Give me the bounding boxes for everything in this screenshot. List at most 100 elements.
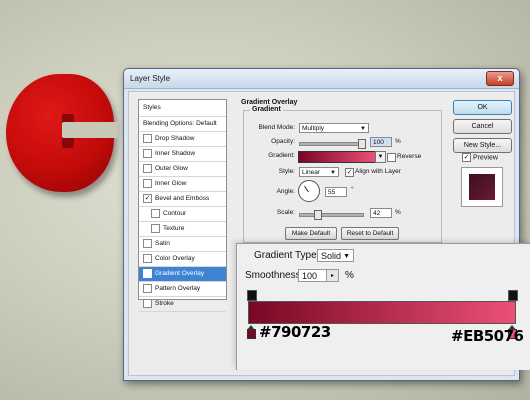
style-item-checkbox[interactable] — [143, 133, 152, 143]
scale-label: Scale: — [276, 209, 295, 216]
scale-slider-knob[interactable] — [314, 210, 322, 220]
color-stop-left[interactable] — [247, 325, 256, 339]
opacity-unit: % — [395, 138, 401, 145]
chevron-down-icon: ▼ — [330, 170, 336, 176]
cancel-button[interactable]: Cancel — [453, 119, 512, 134]
ok-button[interactable]: OK — [453, 100, 512, 115]
window-title: Layer Style — [130, 74, 171, 83]
angle-label: Angle: — [276, 188, 295, 195]
group-title: Gradient — [250, 106, 283, 113]
preview-checkbox[interactable]: ✓ — [462, 153, 471, 162]
align-with-layer-checkbox[interactable]: ✓ — [345, 168, 354, 177]
style-item-checkbox[interactable] — [143, 298, 152, 308]
style-item-label: Bevel and Emboss — [155, 195, 210, 202]
gradient-label: Gradient: — [268, 152, 295, 159]
smoothness-unit: % — [345, 270, 354, 281]
align-with-layer-label: Align with Layer — [355, 168, 401, 175]
style-item-label: Color Overlay — [155, 255, 195, 262]
make-default-button[interactable]: Make Default — [285, 227, 337, 240]
style-value: Linear — [302, 169, 321, 176]
gradient-type-label: Gradient Type: — [254, 250, 320, 261]
opacity-stop-right[interactable] — [508, 290, 518, 301]
smoothness-stepper[interactable]: ▸ — [327, 269, 339, 282]
opacity-stop-left[interactable] — [247, 290, 257, 301]
style-item-label: Stroke — [155, 300, 174, 307]
panel-title: Gradient Overlay — [241, 99, 298, 106]
scale-slider[interactable] — [299, 210, 364, 220]
styles-header[interactable]: Styles — [139, 100, 226, 117]
style-item[interactable]: Texture — [139, 222, 226, 237]
angle-dial[interactable] — [298, 180, 320, 202]
close-button[interactable]: x — [486, 71, 514, 86]
style-item-checkbox[interactable] — [143, 163, 152, 173]
style-item-checkbox[interactable] — [143, 238, 152, 248]
style-item-checkbox[interactable]: ✓ — [143, 268, 152, 278]
angle-input[interactable]: 55 — [325, 187, 347, 197]
style-item-label: Pattern Overlay — [155, 285, 201, 292]
style-label: Style: — [278, 168, 295, 175]
scale-unit: % — [395, 209, 401, 216]
style-item-checkbox[interactable] — [143, 148, 152, 158]
blend-mode-label: Blend Mode: — [258, 124, 296, 131]
style-item-label: Gradient Overlay — [155, 270, 205, 277]
end-color-hex: #EB5076 — [451, 327, 524, 345]
style-item-label: Contour — [163, 210, 187, 217]
style-item[interactable]: Color Overlay — [139, 252, 226, 267]
gradient-swatch[interactable] — [298, 151, 376, 163]
style-item-label: Outer Glow — [155, 165, 188, 172]
red-c-logo — [6, 74, 118, 192]
blend-mode-value: Multiply — [302, 125, 325, 132]
smoothness-input[interactable]: 100 — [298, 269, 327, 282]
reverse-checkbox[interactable] — [387, 153, 396, 162]
style-item-label: Blending Options: Default — [143, 120, 217, 127]
chevron-down-icon: ▼ — [343, 253, 350, 260]
chevron-down-icon: ▼ — [360, 126, 366, 132]
start-color-hex: #790723 — [259, 323, 331, 341]
opacity-slider[interactable] — [299, 139, 366, 149]
style-item[interactable]: Stroke — [139, 297, 226, 312]
style-item-label: Satin — [155, 240, 170, 247]
gradient-preview-bar[interactable] — [248, 301, 516, 324]
style-item-label: Inner Shadow — [155, 150, 196, 157]
reverse-label: Reverse — [397, 153, 422, 160]
style-item-checkbox[interactable] — [151, 208, 160, 218]
preview-thumbnail — [461, 167, 503, 207]
style-item[interactable]: Outer Glow — [139, 162, 226, 177]
style-item-checkbox[interactable] — [143, 253, 152, 263]
style-item-checkbox[interactable] — [143, 178, 152, 188]
style-item-checkbox[interactable] — [151, 223, 160, 233]
angle-unit: ° — [351, 186, 354, 193]
reset-to-default-button[interactable]: Reset to Default — [341, 227, 399, 240]
style-item[interactable]: Contour — [139, 207, 226, 222]
style-item[interactable]: Pattern Overlay — [139, 282, 226, 297]
opacity-slider-knob[interactable] — [358, 139, 366, 149]
style-item-label: Inner Glow — [155, 180, 187, 187]
styles-list: Styles Blending Options: Default Drop Sha… — [138, 99, 227, 312]
style-item[interactable]: Drop Shadow — [139, 132, 226, 147]
scale-input[interactable]: 42 — [370, 208, 392, 218]
angle-indicator — [304, 185, 309, 193]
style-item[interactable]: ✓ Gradient Overlay — [139, 267, 226, 282]
logo-opening — [62, 122, 118, 138]
style-item[interactable]: Inner Glow — [139, 177, 226, 192]
new-style-button[interactable]: New Style... — [453, 138, 512, 153]
style-item-checkbox[interactable] — [143, 283, 152, 293]
opacity-label: Opacity: — [271, 138, 295, 145]
style-item[interactable]: ✓ Bevel and Emboss — [139, 192, 226, 207]
gradient-picker-arrow[interactable]: ▼ — [375, 151, 386, 163]
style-item-label: Drop Shadow — [155, 135, 195, 142]
preview-toggle[interactable]: ✓ Preview — [462, 153, 498, 162]
style-item-checkbox[interactable]: ✓ — [143, 193, 152, 203]
style-item[interactable]: Blending Options: Default — [139, 117, 226, 132]
style-item[interactable]: Satin — [139, 237, 226, 252]
gradient-type-select[interactable]: Solid ▼ — [317, 249, 354, 262]
title-bar[interactable]: Layer Style x — [124, 69, 519, 89]
opacity-input[interactable]: 100 — [370, 137, 392, 147]
style-item[interactable]: Inner Shadow — [139, 147, 226, 162]
preview-label: Preview — [473, 154, 498, 162]
gradient-type-value: Solid — [321, 251, 342, 261]
style-select[interactable]: Linear ▼ — [299, 167, 339, 177]
style-item-label: Texture — [163, 225, 185, 232]
blend-mode-select[interactable]: Multiply ▼ — [299, 123, 369, 133]
smoothness-label: Smoothness: — [245, 270, 304, 281]
